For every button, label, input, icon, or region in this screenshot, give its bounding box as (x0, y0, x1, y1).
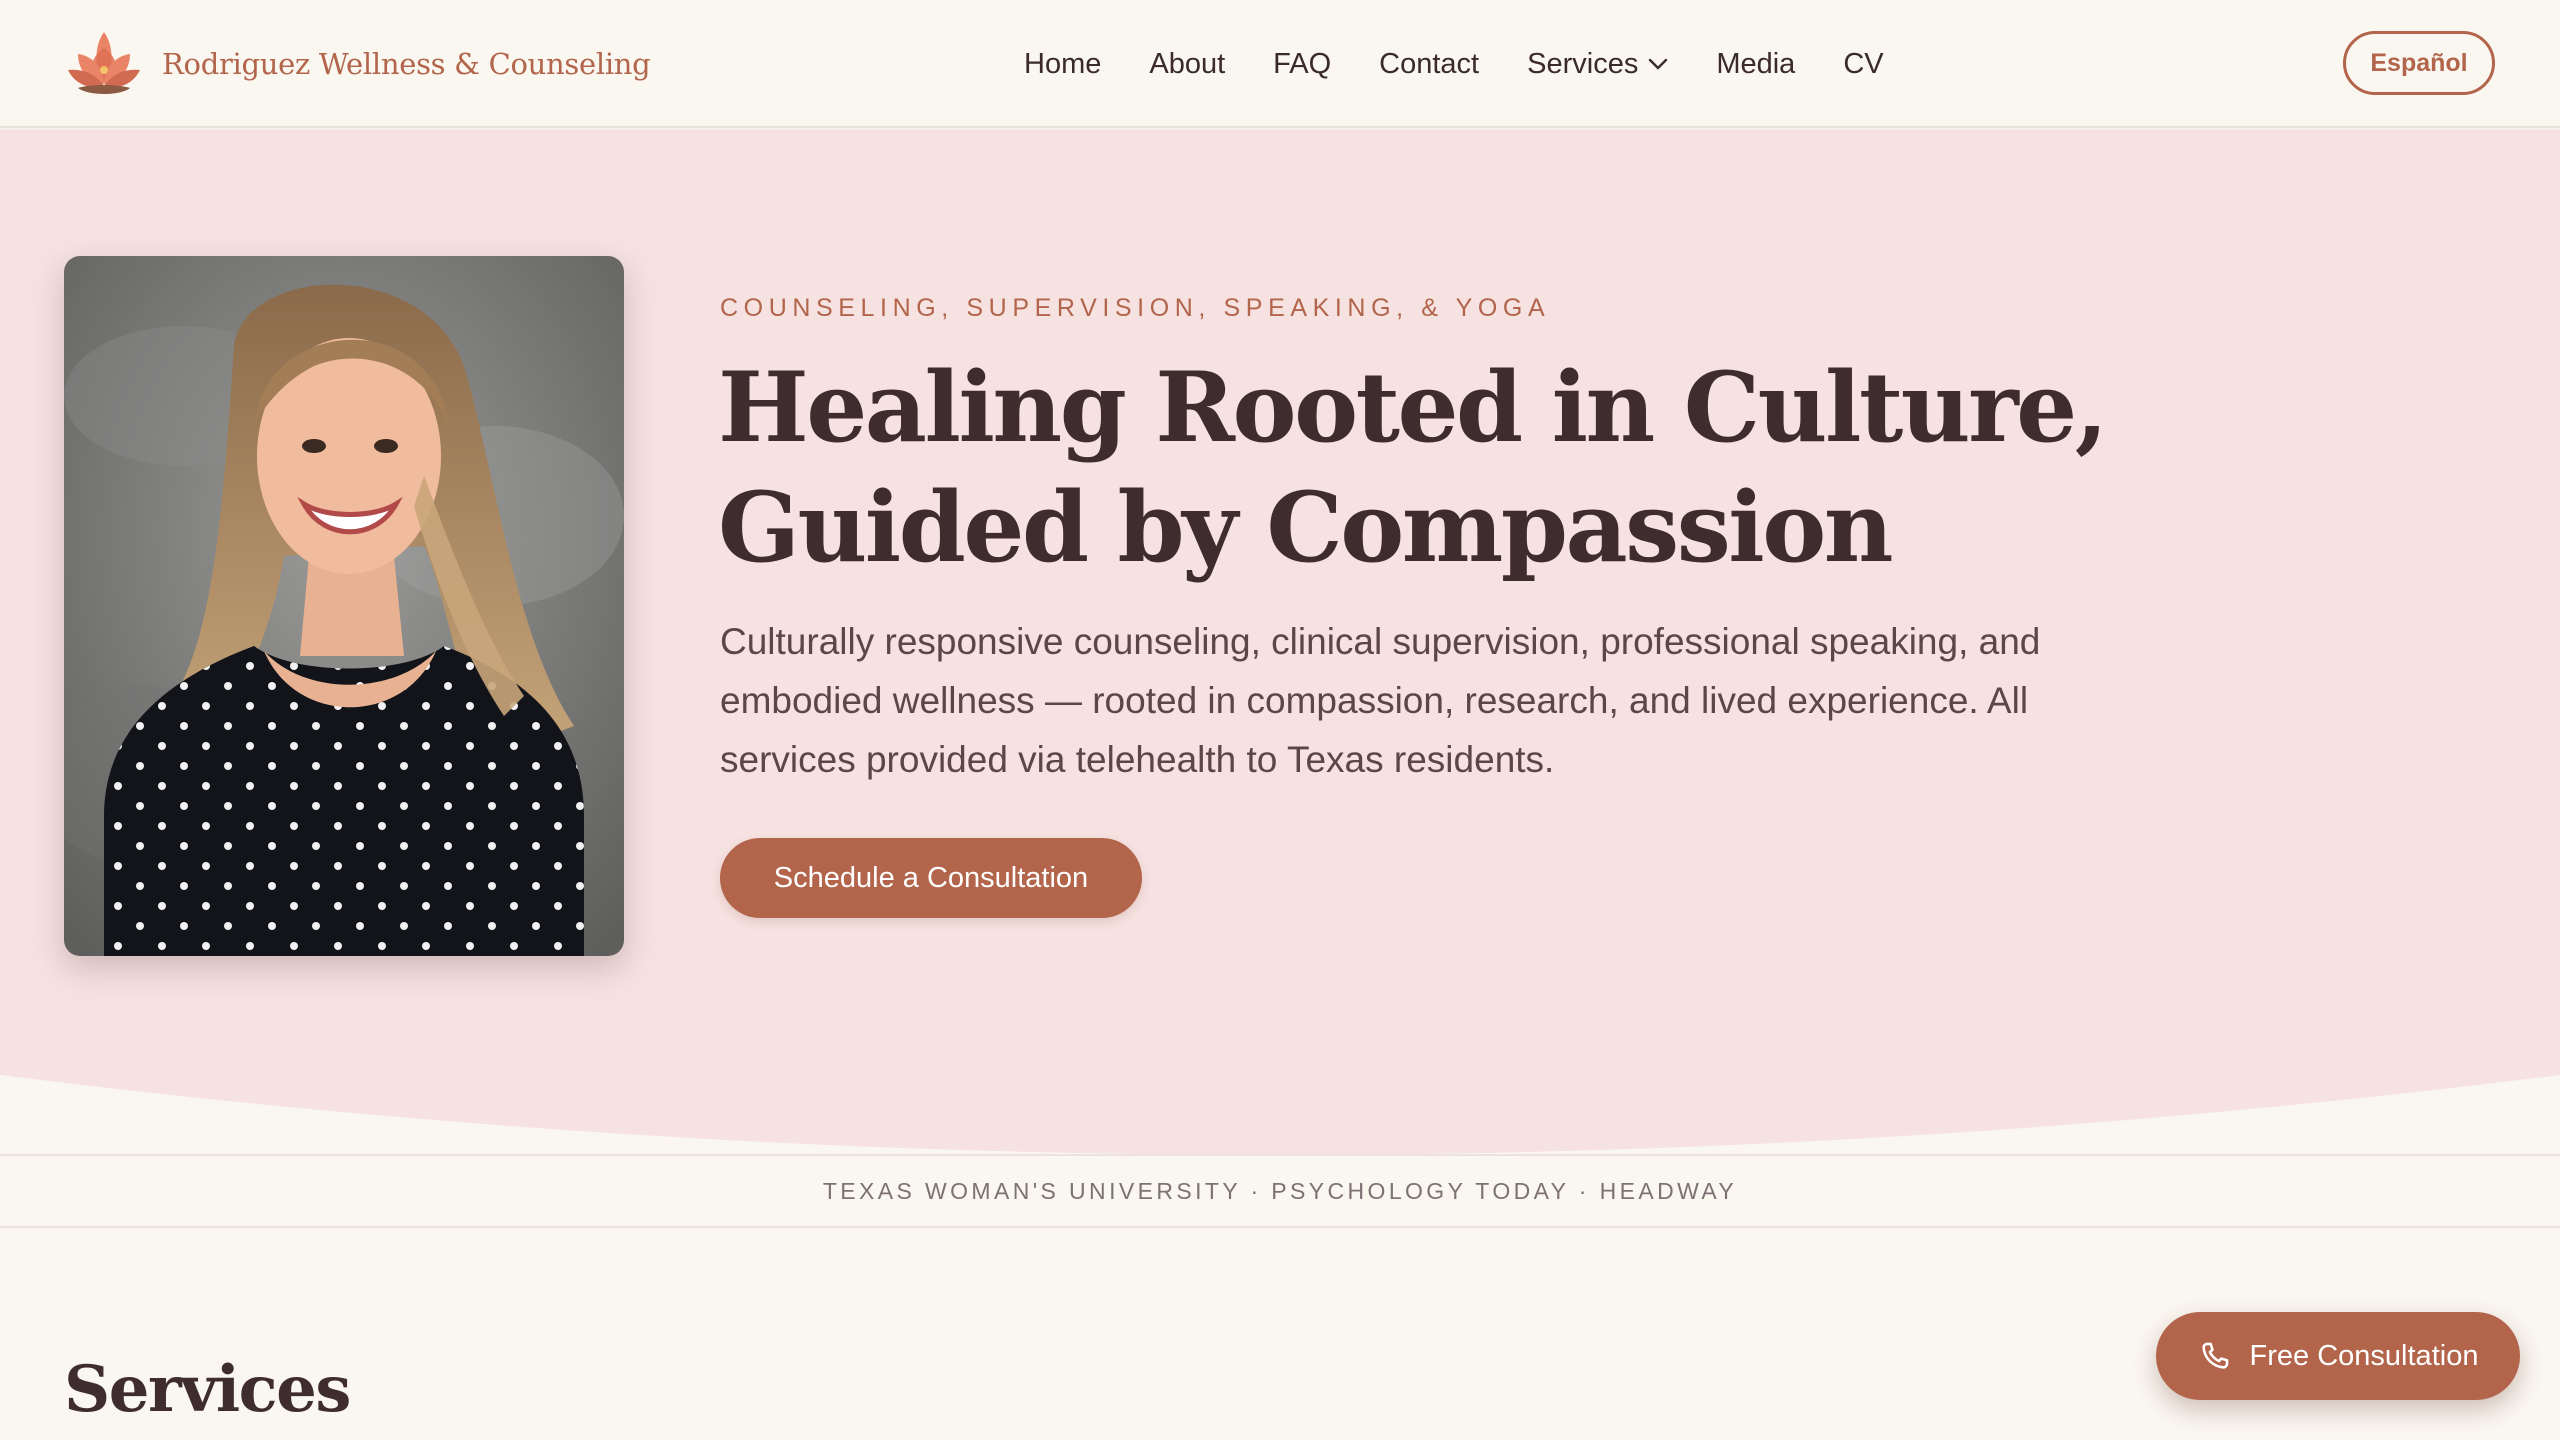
affiliations-bar: TEXAS WOMAN'S UNIVERSITY · PSYCHOLOGY TO… (0, 1154, 2560, 1228)
nav-link-about[interactable]: About (1149, 48, 1225, 81)
free-consultation-button[interactable]: Free Consultation (2156, 1312, 2520, 1400)
hero-headline: Healing Rooted in Culture, Guided by Com… (718, 351, 2108, 584)
nav-link-home[interactable]: Home (1024, 48, 1101, 81)
lotus-icon (68, 32, 140, 94)
services-heading: Services (64, 1352, 351, 1427)
nav-link-services[interactable]: Services (1527, 48, 1668, 81)
hero-eyebrow: COUNSELING, SUPERVISION, SPEAKING, & YOG… (720, 294, 1551, 322)
hero-section: COUNSELING, SUPERVISION, SPEAKING, & YOG… (0, 130, 2560, 1154)
free-consultation-label: Free Consultation (2249, 1339, 2479, 1372)
portrait-photo (64, 256, 624, 956)
affiliations-text: TEXAS WOMAN'S UNIVERSITY · PSYCHOLOGY TO… (822, 1177, 1738, 1204)
site-header: Rodriguez Wellness & Counseling Home Abo… (0, 0, 2560, 128)
nav-link-media[interactable]: Media (1716, 48, 1795, 81)
therapist-portrait (64, 256, 624, 956)
schedule-consultation-button[interactable]: Schedule a Consultation (720, 838, 1142, 918)
nav-link-cv[interactable]: CV (1843, 48, 1883, 81)
main-nav: Home About FAQ Contact Services Media CV (1024, 36, 1884, 92)
language-toggle-button[interactable]: Español (2343, 31, 2495, 95)
brand-name: Rodriguez Wellness & Counseling (162, 47, 651, 81)
hero-wave-divider (0, 1075, 2560, 1154)
chevron-down-icon (1649, 58, 1668, 70)
hero-subtext: Culturally responsive counseling, clinic… (720, 621, 2041, 780)
brand-home-link[interactable]: Rodriguez Wellness & Counseling (64, 22, 651, 106)
nav-link-services-label: Services (1527, 47, 1639, 80)
phone-icon (2201, 1342, 2228, 1369)
nav-link-contact[interactable]: Contact (1379, 48, 1479, 81)
nav-link-faq[interactable]: FAQ (1273, 48, 1331, 81)
